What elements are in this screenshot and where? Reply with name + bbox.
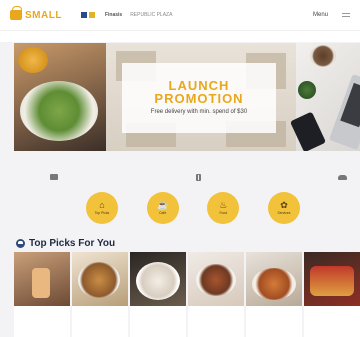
section-title-top-picks: Top Picks For You [16,238,115,249]
site-logo[interactable]: SMALL [10,6,67,21]
category-label: Food [219,211,228,215]
partner-logo-3: REPUBLIC PLAZA [130,12,173,18]
bag-icon [10,6,22,20]
product-card[interactable] [130,252,186,337]
category-label: Services [277,211,291,215]
notice-bar [0,30,360,42]
drink-image [18,47,48,73]
section-title-text: Top Picks For You [29,238,116,249]
logo-text: SMALL [25,9,62,21]
info-item-time [195,173,204,181]
category-top-picks[interactable]: ⌂ Top Picks [86,192,118,224]
promo-subtitle: Free delivery with min. spend of $30 [150,108,248,115]
car-icon [338,174,347,180]
product-image [72,252,128,306]
hero-image-desk [289,43,360,151]
hourglass-icon [195,173,201,181]
product-card[interactable] [188,252,244,337]
info-item-delivery [50,174,61,180]
category-services[interactable]: ✿ Services [267,192,300,224]
coffee-image [310,45,336,67]
food-icon: ♨ [219,200,228,210]
info-item-pickup [338,174,350,180]
menu-button[interactable]: Menu [313,12,328,18]
cup-icon: ☕ [157,200,169,210]
service-info-strip [50,172,350,182]
phone-image [289,111,327,151]
promo-title: LAUNCH PROMOTION [154,77,244,106]
product-image [130,252,186,306]
product-image [188,252,244,306]
category-label: Café [159,211,167,215]
basket-icon: ⌂ [99,200,105,210]
promo-card: LAUNCH PROMOTION Free delivery with min.… [122,63,276,133]
laptop-image [328,73,360,151]
truck-icon [50,174,58,180]
partner-logos: Finasis REPUBLIC PLAZA [80,12,173,18]
category-food[interactable]: ♨ Food [207,192,240,224]
product-image [246,252,302,306]
product-image [14,252,70,306]
product-card[interactable] [72,252,128,337]
product-image [304,252,360,306]
salad-image [20,81,98,141]
partner-logo-2: Finasis [104,12,123,18]
plant-image [298,81,316,99]
product-card[interactable] [304,252,360,337]
hamburger-icon[interactable] [342,13,350,17]
product-card[interactable] [14,252,70,337]
site-header: SMALL Finasis REPUBLIC PLAZA Menu [0,0,360,30]
product-carousel [14,252,360,337]
category-label: Top Picks [94,211,110,215]
category-cafe[interactable]: ☕ Café [146,192,179,224]
hero-image-salad [14,43,106,151]
grocery-icon: ✿ [280,200,288,210]
partner-logo-1 [80,12,97,18]
product-card[interactable] [246,252,302,337]
cloche-icon [16,239,25,248]
hero-banner[interactable]: LAUNCH PROMOTION Free delivery with min.… [14,43,360,151]
category-nav: ⌂ Top Picks ☕ Café ♨ Food ✿ Services [86,192,300,226]
